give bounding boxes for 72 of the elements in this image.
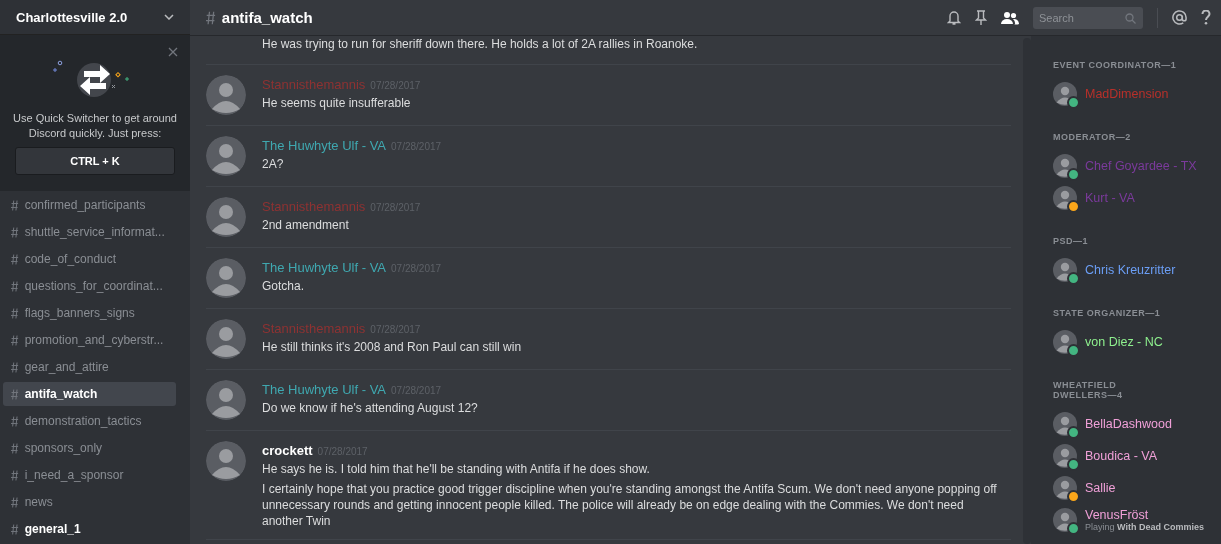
username[interactable]: The Huwhyte Ulf - VA xyxy=(262,382,387,397)
close-icon[interactable] xyxy=(168,45,178,59)
help-icon[interactable] xyxy=(1201,10,1211,25)
channel-item[interactable]: flags_banners_signs xyxy=(3,301,176,325)
username[interactable]: crockett xyxy=(262,443,313,458)
hash-icon xyxy=(11,388,19,400)
channel-item[interactable]: code_of_conduct xyxy=(3,247,176,271)
pin-icon[interactable] xyxy=(975,9,987,26)
message-text: 2nd amendment xyxy=(262,217,350,233)
channel-item[interactable]: antifa_watch xyxy=(3,382,176,406)
channel-item[interactable]: news xyxy=(3,490,176,514)
message-text: He seems quite insufferable xyxy=(262,95,412,111)
channel-item[interactable]: shuttle_service_informat... xyxy=(3,220,176,244)
hash-icon xyxy=(11,361,19,373)
chevron-icon[interactable] xyxy=(164,14,174,20)
member-item[interactable]: Chris Kreuzritter xyxy=(1053,254,1221,286)
role-heading: WHEATFIELD DWELLERS—4 xyxy=(1053,380,1124,400)
channel-title: antifa_watch xyxy=(221,9,313,26)
avatar-icon xyxy=(206,380,246,420)
hash-icon xyxy=(11,496,19,508)
channel-item[interactable]: i_need_a_sponsor xyxy=(3,463,176,487)
member-item[interactable]: VenusFröst Playing With Dead Commies xyxy=(1053,504,1221,536)
server-name[interactable]: Charlottesville 2.0 xyxy=(16,9,128,25)
role-heading: PSD—1 xyxy=(1053,236,1089,246)
channel-item[interactable]: confirmed_participants xyxy=(3,193,176,217)
search-icon xyxy=(1125,12,1136,24)
hash-icon xyxy=(11,442,19,454)
mention-icon[interactable] xyxy=(1172,10,1187,25)
hash-icon xyxy=(11,307,19,319)
role-heading: EVENT COORDINATOR—1 xyxy=(1053,60,1178,70)
hash-icon xyxy=(11,415,19,427)
message-text: Gotcha. xyxy=(262,278,306,294)
channel-item[interactable]: demonstration_tactics xyxy=(3,409,176,433)
message-text: He was trying to run for sheriff down there. He holds a lot of 2A rallies in Roanoke. xyxy=(262,36,698,52)
avatar-icon xyxy=(206,258,246,298)
avatar-icon xyxy=(206,136,246,176)
hash-icon xyxy=(11,253,19,265)
hash-icon xyxy=(11,280,19,292)
shortcut-button[interactable]: CTRL + K xyxy=(15,147,175,175)
hash-icon xyxy=(11,199,19,211)
channel-item[interactable]: gear_and_attire xyxy=(3,355,176,379)
member-item[interactable]: Boudica - VA xyxy=(1053,440,1221,472)
message-text: Do we know if he's attending August 12? xyxy=(262,400,478,416)
message-text: 2A? xyxy=(262,156,285,172)
avatar-icon xyxy=(206,197,246,237)
member-item[interactable]: MadDimension xyxy=(1053,78,1221,110)
channel-item[interactable]: general_1 xyxy=(3,517,176,541)
channel-item[interactable]: promotion_and_cyberstr... xyxy=(3,328,176,352)
avatar-icon xyxy=(206,319,246,359)
avatar-icon xyxy=(206,75,246,115)
role-heading: MODERATOR—2 xyxy=(1053,132,1132,142)
message-text: He still thinks it's 2008 and Ron Paul can still win xyxy=(262,339,522,355)
username[interactable]: The Huwhyte Ulf - VA xyxy=(262,138,387,153)
search-field[interactable]: Search xyxy=(1033,6,1143,29)
members-icon[interactable] xyxy=(1001,10,1019,25)
member-item[interactable]: BellaDashwood xyxy=(1053,408,1221,440)
hash-icon xyxy=(11,469,19,481)
message-text: He says he is. I told him that he'll be standing with Antifa if he does show. xyxy=(262,461,651,477)
channel-item[interactable]: questions_for_coordinat... xyxy=(3,274,176,298)
member-item[interactable]: Sallie xyxy=(1053,472,1221,504)
message-text: I certainly hope that you practice good trigger discipline when you're standing amongst the Antifa Scum. We don't need anyone popping off unnecessary rounds and getting innocent people killed. The police will already be on edge dealing with the Commies. We don't need another Twin xyxy=(262,481,997,529)
hash-icon xyxy=(11,334,19,346)
bell-icon[interactable] xyxy=(947,9,961,26)
avatar-icon xyxy=(206,441,246,481)
hash-icon xyxy=(11,226,19,238)
channel-item[interactable]: sponsors_only xyxy=(3,436,176,460)
popup-text: Use Quick Switcher to get around Discord quickly. Just press: xyxy=(12,111,178,141)
member-item[interactable]: von Diez - NC xyxy=(1053,326,1221,358)
hash-icon xyxy=(11,523,19,535)
username[interactable]: The Huwhyte Ulf - VA xyxy=(262,260,387,275)
hash-icon xyxy=(206,10,216,25)
role-heading: STATE ORGANIZER—1 xyxy=(1053,308,1162,318)
